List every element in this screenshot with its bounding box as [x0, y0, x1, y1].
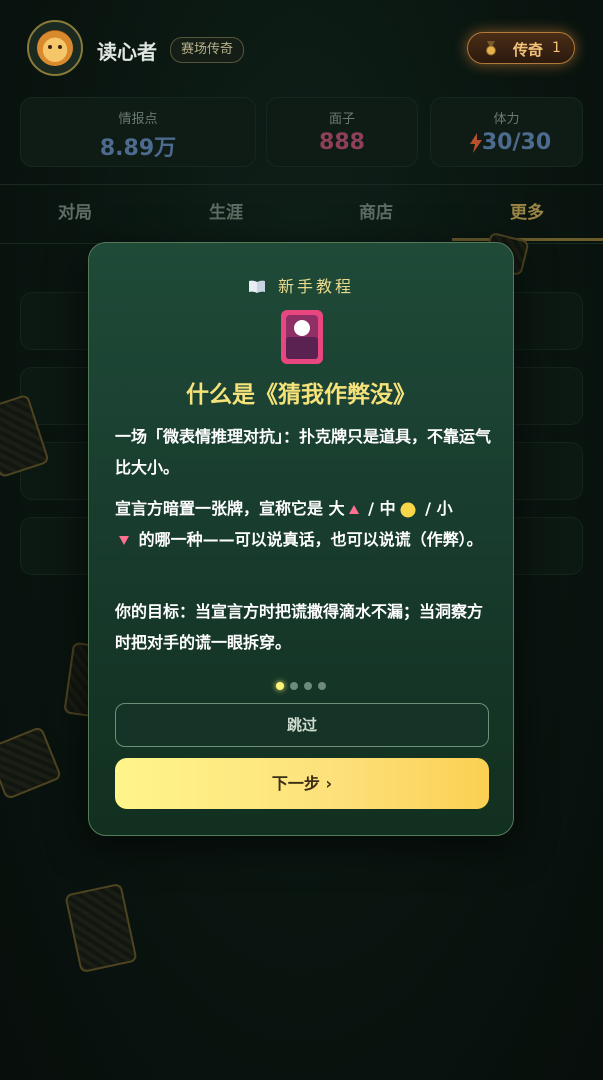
paragraph-2-text-b: / 中 — [362, 499, 396, 518]
small-triangle-icon — [119, 536, 129, 545]
decorative-card — [0, 725, 63, 801]
player-nickname: 读心者 — [97, 40, 157, 64]
skip-button[interactable]: 跳过 — [115, 703, 489, 747]
tab-shop[interactable]: 商店 — [301, 185, 451, 243]
tutorial-modal: 新手教程 什么是《猜我作弊没》 一场「微表情推理对抗」：扑克牌只是道具，不靠运气… — [88, 242, 514, 836]
page-indicator — [89, 675, 513, 690]
mid-circle-icon — [400, 502, 416, 517]
paragraph-2-text-a: 宣言方暗置一张牌，宣称它是 大 — [115, 499, 345, 518]
face-label: 面子 — [328, 112, 355, 127]
next-step-button[interactable]: 下一步 › — [115, 758, 489, 809]
profile-header: 读心者 赛场传奇 传奇 1 — [0, 0, 603, 100]
tutorial-header-label: 新手教程 — [277, 277, 354, 296]
page-dot[interactable] — [276, 682, 284, 690]
energy-label: 体力 — [493, 112, 520, 127]
face-value: 888 — [319, 130, 365, 155]
legend-rank-badge[interactable]: 传奇 1 — [467, 32, 575, 64]
page-dot[interactable] — [304, 682, 312, 690]
book-icon — [248, 280, 265, 293]
avatar[interactable] — [27, 20, 83, 76]
rank-title-chip: 赛场传奇 — [170, 37, 245, 63]
paragraph-2-text-c: / 小 — [419, 499, 453, 518]
decorative-card — [64, 882, 138, 974]
energy-stat: 体力 30/30 — [430, 97, 583, 167]
face-stat: 面子 888 — [266, 97, 418, 167]
intel-points-stat: 情报点 8.89万 — [20, 97, 256, 167]
active-tab-indicator — [452, 238, 603, 241]
badge-level: 1 — [552, 40, 561, 56]
energy-value: 30/30 — [481, 130, 552, 155]
card-icon — [281, 310, 323, 364]
page-dot[interactable] — [290, 682, 298, 690]
main-tab-bar: 对局 生涯 商店 更多 — [0, 184, 603, 244]
big-triangle-icon — [348, 505, 359, 514]
badge-label: 传奇 — [513, 41, 544, 59]
medal-icon — [486, 41, 496, 56]
tab-more[interactable]: 更多 — [452, 185, 602, 243]
tutorial-paragraph-1: 一场「微表情推理对抗」：扑克牌只是道具，不靠运气比大小。 — [115, 427, 492, 477]
tutorial-header: 新手教程 — [89, 273, 513, 297]
paragraph-2-text-d: 的哪一种——可以说真话，也可以说谎（作弊）。 — [133, 530, 483, 549]
intel-label: 情报点 — [118, 112, 158, 127]
tab-career[interactable]: 生涯 — [151, 185, 301, 243]
page-dot[interactable] — [318, 682, 326, 690]
lion-avatar-icon — [37, 30, 73, 66]
tab-match[interactable]: 对局 — [0, 185, 150, 243]
tutorial-title: 什么是《猜我作弊没》 — [186, 382, 416, 408]
tutorial-paragraph-2: 宣言方暗置一张牌，宣称它是 大 / 中 / 小 的哪一种——可以说真话，也可以说… — [115, 493, 493, 555]
intel-value: 8.89万 — [99, 136, 177, 161]
tutorial-paragraph-3: 你的目标：当宣言方时把谎撒得滴水不漏；当洞察方时把对手的谎一眼拆穿。 — [115, 602, 484, 652]
